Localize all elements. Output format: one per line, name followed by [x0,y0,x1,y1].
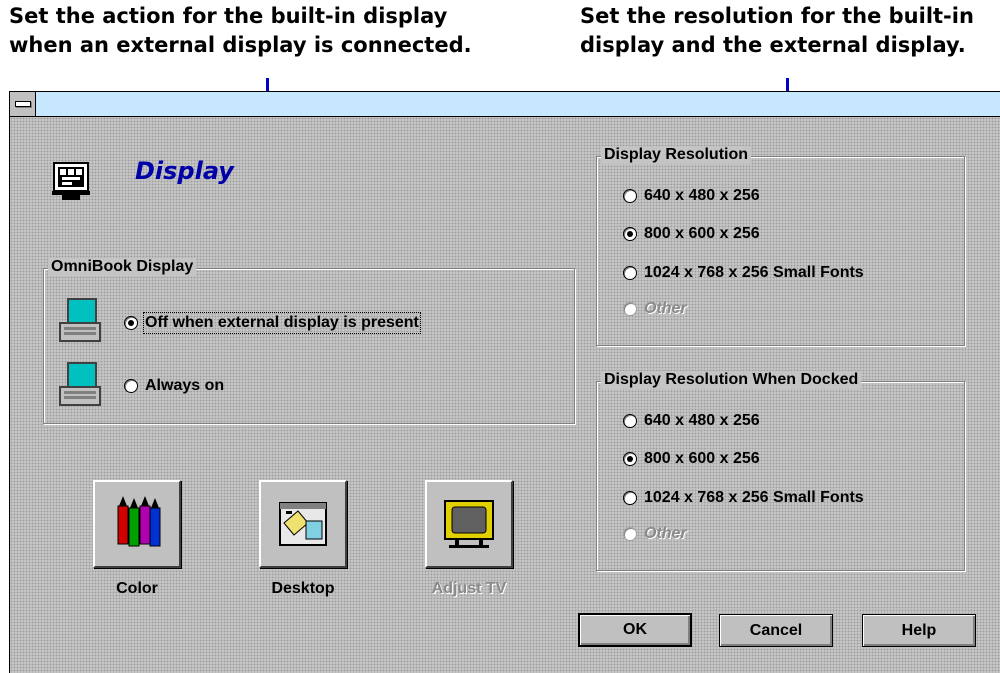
callout-left: Set the action for the built-in display … [9,2,472,60]
res-800-option[interactable]: 800 x 600 x 256 [623,225,760,243]
docked-res-1024-option[interactable]: 1024 x 768 x 256 Small Fonts [623,489,864,507]
radio-indicator [623,227,637,241]
res-other-option[interactable]: Other [623,300,687,318]
radio-indicator [623,414,637,428]
res-1024-option[interactable]: 1024 x 768 x 256 Small Fonts [623,264,864,282]
cancel-button[interactable]: Cancel [719,614,833,647]
res-640-option[interactable]: 640 x 480 x 256 [623,187,760,205]
radio-indicator [623,302,637,316]
docked-res-640-option[interactable]: 640 x 480 x 256 [623,412,760,430]
radio-off-when-external[interactable]: Off when external display is present [124,312,421,334]
color-button[interactable] [93,480,181,568]
adjust-tv-button-label: Adjust TV [431,580,507,597]
docked-resolution-label: Display Resolution When Docked [601,371,862,389]
callout-left-line1: Set the action for the built-in display [9,4,448,28]
docked-res-640-label: 640 x 480 x 256 [644,412,760,429]
tv-icon [444,500,494,548]
desktop-button[interactable] [259,480,347,568]
radio-indicator [623,266,637,280]
res-800-label: 800 x 600 x 256 [644,225,760,242]
res-other-label: Other [644,300,687,317]
display-dialog: Display OmniBook Display Off when extern… [9,91,1000,673]
radio-indicator [623,452,637,466]
callout-right-line1: Set the resolution for the built-in [580,4,974,28]
radio-always-on[interactable]: Always on [124,377,224,395]
radio-indicator [623,491,637,505]
res-640-label: 640 x 480 x 256 [644,187,760,204]
laptop-icon [59,298,101,342]
docked-res-1024-label: 1024 x 768 x 256 Small Fonts [644,489,864,506]
ok-button-label: OK [623,621,647,638]
desktop-icon [279,502,327,546]
docked-res-other-label: Other [644,525,687,542]
display-resolution-label: Display Resolution [601,146,752,164]
adjust-tv-button[interactable] [425,480,513,568]
callout-left-line2: when an external display is connected. [9,33,472,57]
help-button-label: Help [901,621,937,639]
docked-res-other-option[interactable]: Other [623,525,687,543]
radio-indicator [124,316,138,330]
radio-indicator [124,379,138,393]
radio-indicator [623,189,637,203]
docked-res-800-label: 800 x 600 x 256 [644,450,760,467]
display-resolution-group: Display Resolution 640 x 480 x 256 800 x… [596,146,965,346]
dialog-client: Display OmniBook Display Off when extern… [10,117,1000,673]
crayons-icon [117,496,161,547]
ok-button[interactable]: OK [578,613,692,647]
desktop-button-label: Desktop [271,580,335,597]
docked-res-800-option[interactable]: 800 x 600 x 256 [623,450,760,468]
page-title: Display [135,157,234,185]
omnibook-display-group: OmniBook Display Off when external displ… [43,258,575,424]
res-1024-label: 1024 x 768 x 256 Small Fonts [644,264,864,281]
radio-indicator [623,527,637,541]
monitor-icon [52,162,90,200]
cancel-button-label: Cancel [749,621,803,639]
callout-right: Set the resolution for the built-in disp… [580,2,974,60]
help-button[interactable]: Help [862,614,976,647]
omnibook-display-label: OmniBook Display [48,258,197,276]
radio-label-off-when-external: Off when external display is present [143,312,421,334]
system-menu-button[interactable] [10,92,36,116]
docked-resolution-group: Display Resolution When Docked 640 x 480… [596,371,965,571]
laptop-icon [59,362,101,406]
color-button-label: Color [116,580,158,597]
callout-right-line2: display and the external display. [580,33,966,57]
radio-label-always-on: Always on [145,377,225,394]
title-bar [10,92,1000,117]
